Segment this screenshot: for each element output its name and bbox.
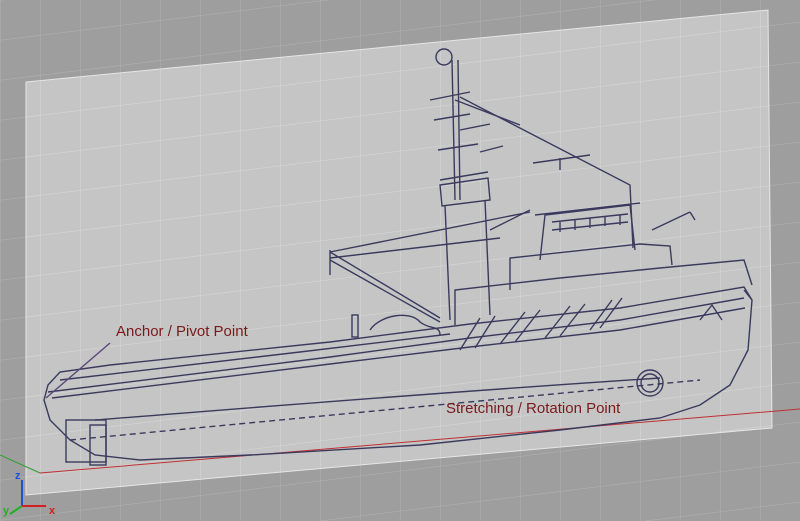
stretch-rotation-label: Stretching / Rotation Point — [446, 400, 621, 417]
z-axis-label: z — [15, 470, 21, 482]
x-axis-label: x — [49, 505, 56, 517]
plane-grid — [26, 10, 772, 495]
3d-viewport[interactable]: Anchor / Pivot Point Stretching / Rotati… — [0, 0, 800, 521]
anchor-pivot-label: Anchor / Pivot Point — [116, 323, 248, 340]
viewport-canvas — [0, 0, 800, 521]
y-axis-label: y — [3, 505, 10, 517]
